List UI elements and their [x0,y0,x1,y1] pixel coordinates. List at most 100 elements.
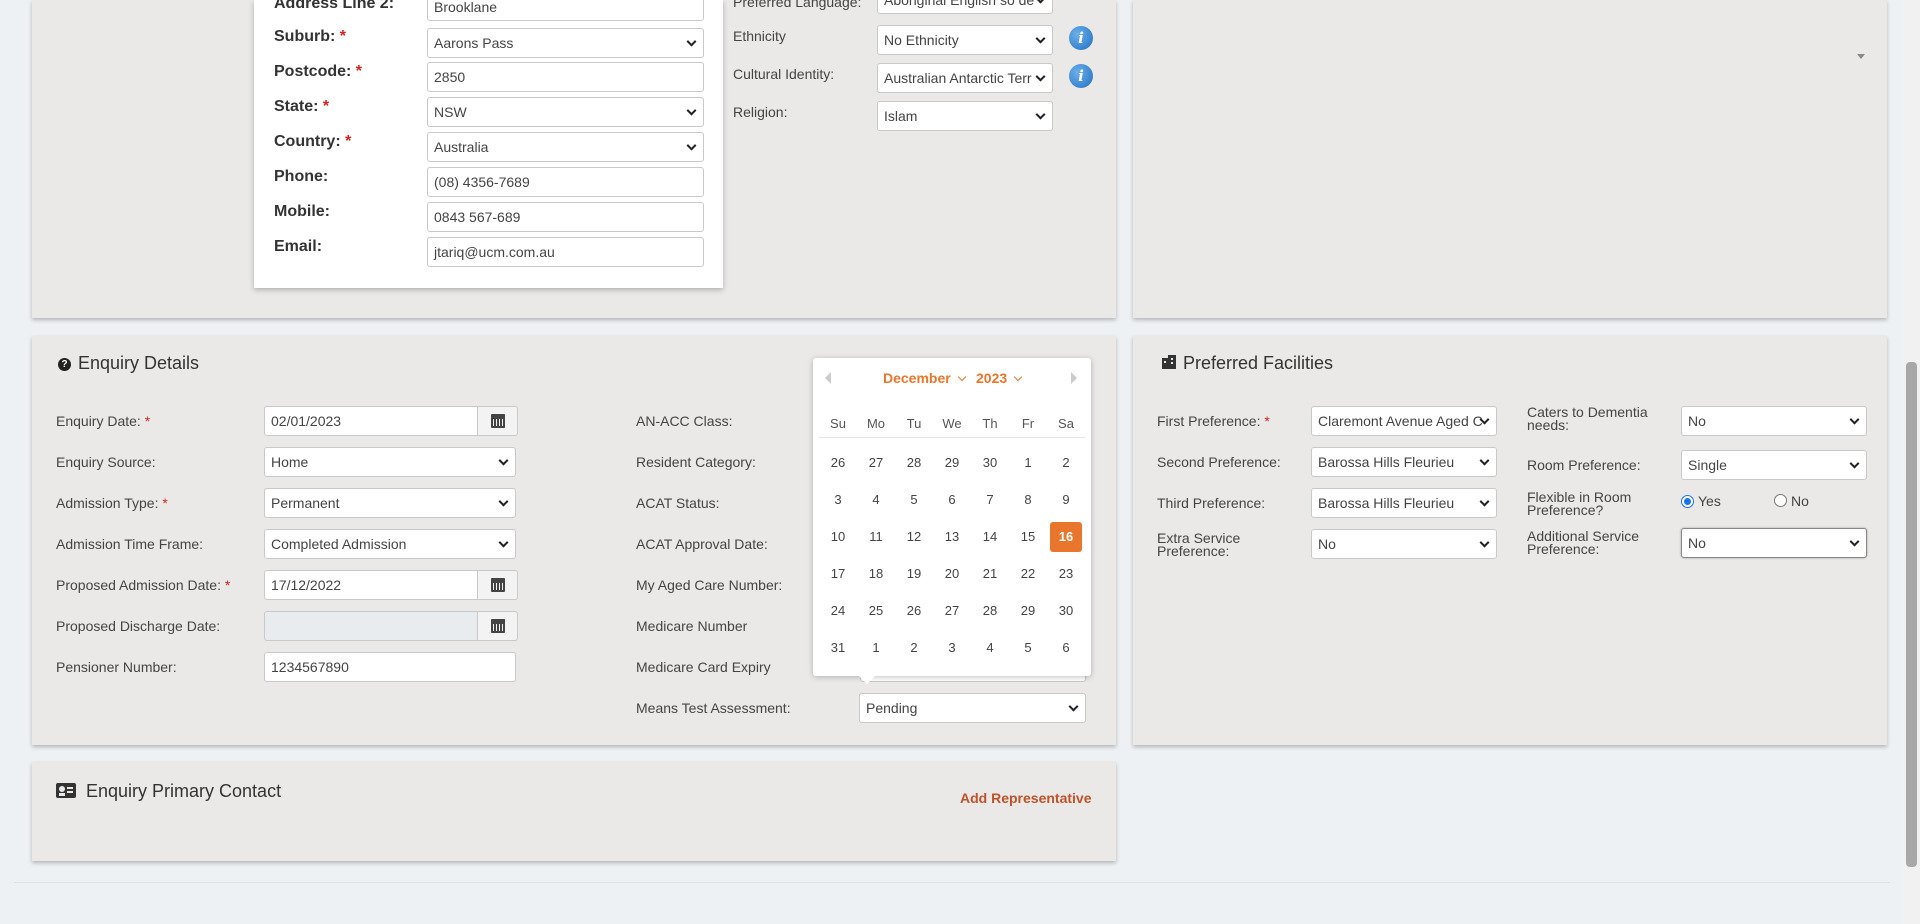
room-preference-select[interactable]: Single [1681,450,1867,480]
calendar-day[interactable]: 21 [971,566,1009,581]
third-preference-select[interactable]: Barossa Hills Fleurieu [1311,488,1497,518]
calendar-day[interactable]: 23 [1047,566,1085,581]
admission-time-frame-select[interactable]: Completed Admission [264,529,516,559]
country-select[interactable]: Australia [427,132,704,162]
calendar-day[interactable]: 29 [933,455,971,470]
enquiry-date-calendar-button[interactable] [478,406,518,436]
phone-label: Phone: [274,168,329,185]
calendar-day[interactable]: 27 [933,603,971,618]
calendar-day-today[interactable]: 16 [1050,521,1082,552]
suburb-select[interactable]: Aarons Pass [427,28,704,58]
panel-scroll-arrow-icon[interactable] [1857,54,1865,59]
mobile-input[interactable]: 0843 567-689 [427,202,704,232]
month-select[interactable]: December [883,370,966,386]
calendar-day[interactable]: 14 [971,529,1009,544]
flexible-no-label[interactable]: No [1791,493,1809,509]
add-representative-link[interactable]: Add Representative [960,790,1091,806]
phone-input[interactable]: (08) 4356-7689 [427,167,704,197]
caters-to-dementia-select[interactable]: No [1681,406,1867,436]
first-preference-select[interactable]: Claremont Avenue Aged C [1311,406,1497,436]
calendar-day[interactable]: 26 [895,603,933,618]
calendar-day[interactable]: 17 [819,566,857,581]
enquiry-date-label: Enquiry Date: * [56,413,151,429]
calendar-week-row: 24 25 26 27 28 29 30 [819,592,1085,629]
enquiry-source-label: Enquiry Source: [56,454,156,470]
calendar-day[interactable]: 24 [819,603,857,618]
an-acc-class-label: AN-ACC Class: [636,413,733,429]
calendar-day[interactable]: 4 [857,492,895,507]
enquiry-date-input[interactable]: 02/01/2023 [264,406,478,436]
postcode-input[interactable]: 2850 [427,62,704,92]
additional-service-preference-select[interactable]: No [1681,528,1867,558]
weekday-label: Sa [1058,416,1074,431]
calendar-day[interactable]: 1 [857,640,895,655]
proposed-admission-calendar-button[interactable] [478,570,518,600]
calendar-day[interactable]: 3 [933,640,971,655]
calendar-day[interactable]: 4 [971,640,1009,655]
calendar-day[interactable]: 25 [857,603,895,618]
admission-type-select[interactable]: Permanent [264,488,516,518]
flexible-yes-radio[interactable] [1681,495,1694,508]
cultural-identity-info-icon[interactable]: i [1069,64,1093,88]
calendar-day[interactable]: 11 [857,529,895,544]
proposed-admission-date-input[interactable]: 17/12/2022 [264,570,478,600]
preferred-language-select[interactable]: Aboriginal English so de [877,0,1053,14]
calendar-day[interactable]: 30 [971,455,1009,470]
means-test-assessment-select[interactable]: Pending [859,693,1086,723]
calendar-day[interactable]: 3 [819,492,857,507]
enquiry-source-select[interactable]: Home [264,447,516,477]
cultural-identity-select[interactable]: Australian Antarctic Terr [877,63,1053,93]
calendar-day[interactable]: 15 [1009,529,1047,544]
religion-select[interactable]: Islam [877,101,1053,131]
flexible-no-radio[interactable] [1774,494,1787,507]
state-select[interactable]: NSW [427,97,704,127]
calendar-day[interactable]: 2 [895,640,933,655]
extra-service-preference-select[interactable]: No [1311,529,1497,559]
chevron-down-icon [1035,0,1046,4]
chevron-down-icon [686,105,697,116]
ethnicity-info-icon[interactable]: i [1069,26,1093,50]
proposed-discharge-date-input[interactable] [264,611,478,641]
chevron-down-icon [1035,109,1046,120]
prev-month-icon[interactable] [825,372,831,384]
id-card-icon [56,783,76,798]
chevron-down-icon [1013,372,1023,382]
calendar-day[interactable]: 18 [857,566,895,581]
calendar-day[interactable]: 2 [1047,455,1085,470]
address-card: Address Line 2: Brooklane Suburb: * Aaro… [254,0,723,288]
calendar-day[interactable]: 5 [1009,640,1047,655]
calendar-day[interactable]: 27 [857,455,895,470]
calendar-day[interactable]: 28 [971,603,1009,618]
calendar-day[interactable]: 7 [971,492,1009,507]
flexible-yes-label[interactable]: Yes [1698,493,1721,509]
address-line2-input[interactable]: Brooklane [427,0,704,21]
calendar-day[interactable]: 9 [1047,492,1085,507]
pensioner-number-input[interactable]: 1234567890 [264,652,516,682]
calendar-day[interactable]: 8 [1009,492,1047,507]
calendar-day[interactable]: 6 [933,492,971,507]
calendar-day[interactable]: 13 [933,529,971,544]
weekday-label: Th [982,416,998,431]
calendar-day[interactable]: 19 [895,566,933,581]
calendar-day[interactable]: 6 [1047,640,1085,655]
calendar-day[interactable]: 10 [819,529,857,544]
calendar-day[interactable]: 20 [933,566,971,581]
page-scrollbar-thumb[interactable] [1906,362,1917,867]
ethnicity-select[interactable]: No Ethnicity [877,25,1053,55]
calendar-day[interactable]: 31 [819,640,857,655]
calendar-day[interactable]: 29 [1009,603,1047,618]
year-select[interactable]: 2023 [976,370,1023,386]
second-preference-select[interactable]: Barossa Hills Fleurieu [1311,447,1497,477]
calendar-day[interactable]: 5 [895,492,933,507]
email-input[interactable]: jtariq@ucm.com.au [427,237,704,267]
calendar-day[interactable]: 30 [1047,603,1085,618]
calendar-day[interactable]: 26 [819,455,857,470]
next-month-icon[interactable] [1071,372,1077,384]
calendar-day[interactable]: 28 [895,455,933,470]
proposed-discharge-calendar-button[interactable] [478,611,518,641]
calendar-day[interactable]: 1 [1009,455,1047,470]
chevron-down-icon [1479,496,1490,507]
footer-divider [14,882,1890,883]
calendar-day[interactable]: 12 [895,529,933,544]
calendar-day[interactable]: 22 [1009,566,1047,581]
